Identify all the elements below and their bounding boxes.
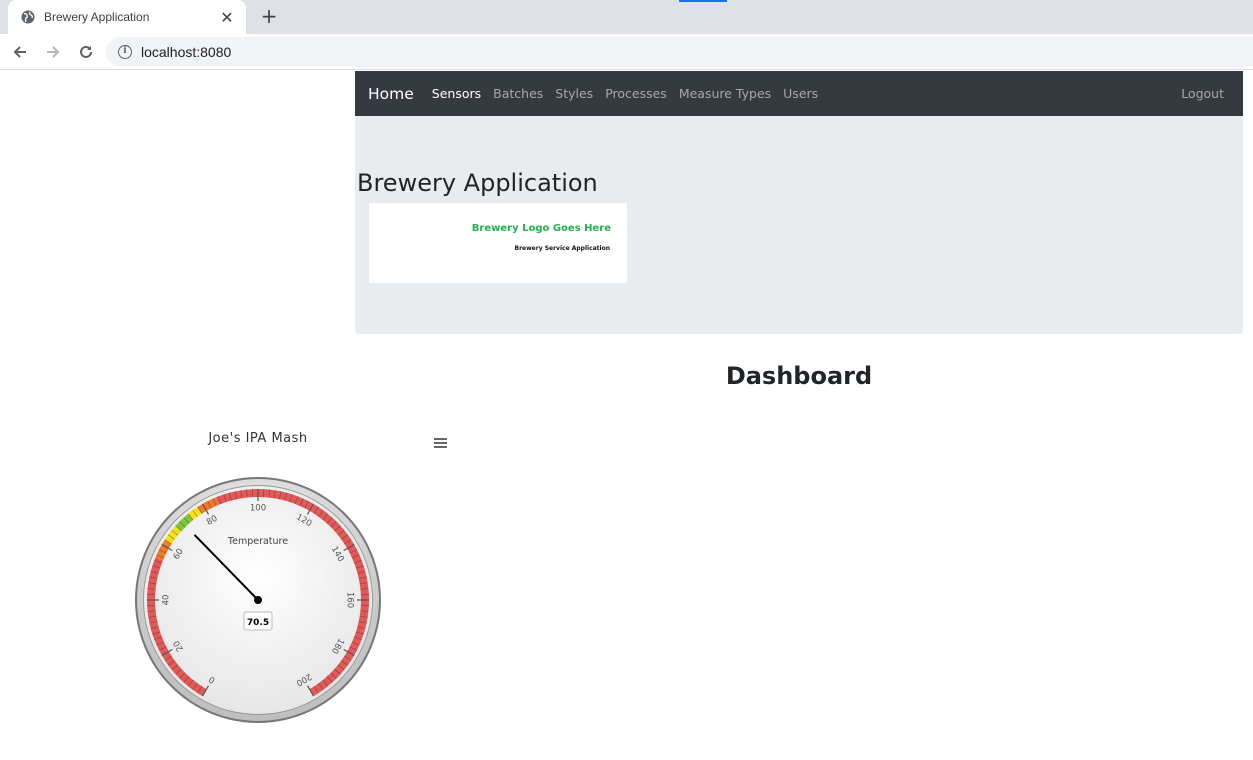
browser-toolbar: i localhost:8080 <box>0 34 1253 70</box>
gauge-value-label: 70.5 <box>247 618 269 628</box>
reload-icon[interactable] <box>74 40 98 64</box>
gauge-tick-label: 40 <box>162 595 172 606</box>
nav-link-styles[interactable]: Styles <box>555 86 593 101</box>
brewery-logo: Brewery Logo Goes Here Brewery Service A… <box>369 203 627 283</box>
info-icon[interactable]: i <box>118 45 132 59</box>
dashboard-title: Dashboard <box>725 362 873 390</box>
gauge-tick-label: 100 <box>250 504 266 514</box>
address-bar[interactable]: i localhost:8080 <box>106 37 1253 67</box>
nav-link-measure-types[interactable]: Measure Types <box>679 86 771 101</box>
logo-sub-text: Brewery Service Application <box>514 245 610 252</box>
logout-link[interactable]: Logout <box>1181 86 1224 101</box>
nav-link-sensors[interactable]: Sensors <box>432 86 481 101</box>
globe-icon <box>20 9 36 25</box>
gauge-title: Joe's IPA Mash <box>208 431 308 446</box>
header-jumbotron: Brewery Application Brewery Logo Goes He… <box>355 116 1243 334</box>
back-icon[interactable] <box>8 40 32 64</box>
nav-link-batches[interactable]: Batches <box>493 86 543 101</box>
nav-link-users[interactable]: Users <box>783 86 818 101</box>
url-text: localhost:8080 <box>141 44 232 60</box>
gauge-tick-label: 160 <box>345 592 355 608</box>
temperature-gauge: 020406080100120140160180200 Temperature … <box>135 477 381 723</box>
gauge-pivot <box>254 596 262 604</box>
forward-icon[interactable] <box>41 40 65 64</box>
browser-tab[interactable]: Brewery Application ✕ <box>8 0 246 34</box>
nav-link-processes[interactable]: Processes <box>605 86 667 101</box>
tab-title: Brewery Application <box>44 10 150 24</box>
gauge-pane-label: Temperature <box>227 536 288 547</box>
browser-tabstrip: Brewery Application ✕ + <box>0 0 1253 34</box>
new-tab-button[interactable]: + <box>258 5 280 27</box>
page-content: Home Sensors Batches Styles Processes Me… <box>0 71 1253 760</box>
chart-menu-icon[interactable] <box>433 435 449 449</box>
logo-main-text: Brewery Logo Goes Here <box>471 223 611 234</box>
nav-home-link[interactable]: Home <box>368 85 414 103</box>
tab-accent <box>679 0 727 2</box>
top-navbar: Home Sensors Batches Styles Processes Me… <box>355 71 1243 116</box>
page-title: Brewery Application <box>357 169 598 197</box>
close-tab-icon[interactable]: ✕ <box>218 8 236 27</box>
